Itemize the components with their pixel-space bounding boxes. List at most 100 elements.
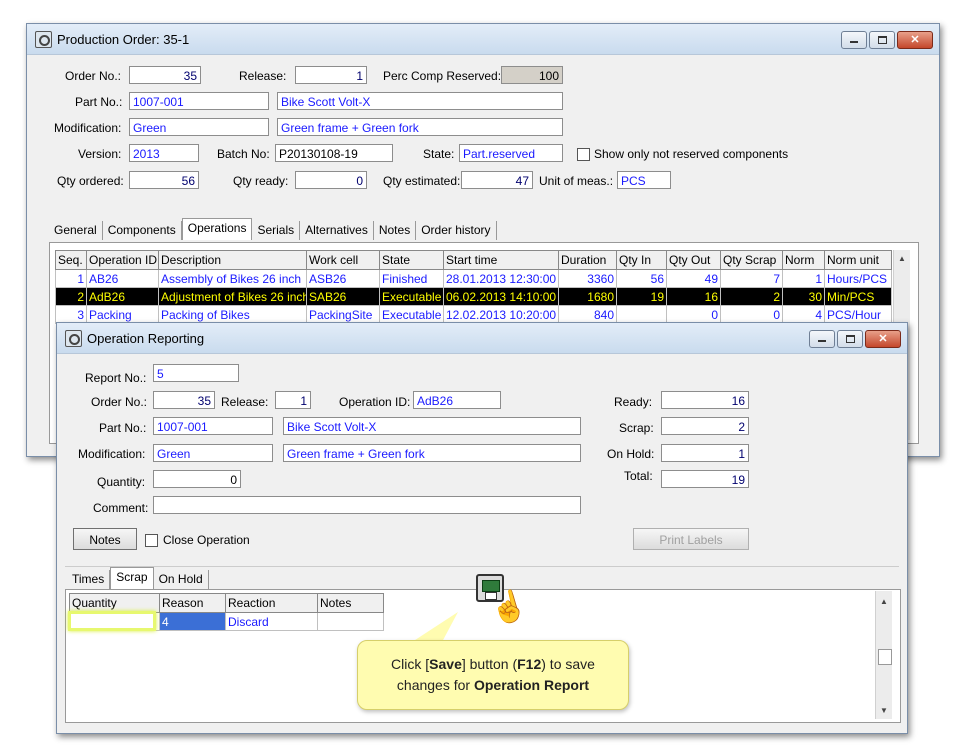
- on-hold-field[interactable]: 1: [661, 444, 749, 462]
- maximize-button[interactable]: [837, 330, 863, 348]
- cell-work-cell: ASB26: [306, 269, 380, 288]
- tab-alternatives[interactable]: Alternatives: [300, 221, 374, 240]
- tab-serials[interactable]: Serials: [252, 221, 301, 240]
- po-titlebar[interactable]: Production Order: 35-1: [27, 24, 939, 55]
- cell-norm-unit: PCS/Hour: [824, 305, 892, 324]
- col-state[interactable]: State: [379, 250, 444, 270]
- cell-qty-in: 19: [616, 287, 667, 306]
- table-row-selected[interactable]: 2 AdB26 Adjustment of Bikes 26 inch SAB2…: [55, 287, 892, 306]
- cell-norm: 4: [782, 305, 825, 324]
- op-part-no-field[interactable]: 1007-001: [153, 417, 273, 435]
- tab-on-hold[interactable]: On Hold: [154, 570, 209, 589]
- op-modification-field[interactable]: Green: [153, 444, 273, 462]
- col-description[interactable]: Description: [158, 250, 307, 270]
- scroll-thumb[interactable]: [878, 649, 892, 665]
- op-modification-desc-field[interactable]: Green frame + Green fork: [283, 444, 581, 462]
- col-qty-out[interactable]: Qty Out: [666, 250, 721, 270]
- op-tabs: Times Scrap On Hold: [67, 567, 209, 589]
- minimize-button[interactable]: [841, 31, 867, 49]
- col-notes[interactable]: Notes: [317, 593, 384, 613]
- perc-comp-field: 100: [501, 66, 563, 84]
- tab-scrap[interactable]: Scrap: [110, 567, 154, 589]
- cell-qty-scrap: 0: [720, 305, 783, 324]
- op-order-no-field[interactable]: 35: [153, 391, 215, 409]
- col-quantity[interactable]: Quantity: [69, 593, 160, 613]
- col-work-cell[interactable]: Work cell: [306, 250, 380, 270]
- col-start-time[interactable]: Start time: [443, 250, 559, 270]
- op-release-field[interactable]: 1: [275, 391, 311, 409]
- tab-components[interactable]: Components: [103, 221, 182, 240]
- col-qty-scrap[interactable]: Qty Scrap: [720, 250, 783, 270]
- part-no-label: Part No.:: [75, 95, 123, 109]
- tab-general[interactable]: General: [49, 221, 103, 240]
- report-no-field[interactable]: 5: [153, 364, 239, 382]
- operation-id-field[interactable]: AdB26: [413, 391, 501, 409]
- scrap-field[interactable]: 2: [661, 417, 749, 435]
- quantity-field[interactable]: 0: [153, 470, 241, 488]
- cell-reason[interactable]: 4: [159, 612, 226, 631]
- col-seq[interactable]: Seq.: [55, 250, 87, 270]
- unit-label: Unit of meas.:: [539, 174, 614, 188]
- part-desc-field[interactable]: Bike Scott Volt-X: [277, 92, 563, 110]
- modification-desc-field[interactable]: Green frame + Green fork: [277, 118, 563, 136]
- op-titlebar[interactable]: Operation Reporting: [57, 323, 907, 354]
- modification-field[interactable]: Green: [129, 118, 269, 136]
- close-operation-checkbox[interactable]: [145, 534, 158, 547]
- close-button[interactable]: [865, 330, 901, 348]
- scrap-scrollbar[interactable]: ▲ ▼: [875, 591, 892, 719]
- callout-text: ) to save: [541, 656, 595, 672]
- cell-norm: 30: [782, 287, 825, 306]
- close-button[interactable]: [897, 31, 933, 49]
- tab-operations[interactable]: Operations: [181, 218, 253, 240]
- show-only-checkbox[interactable]: [577, 148, 590, 161]
- col-duration[interactable]: Duration: [558, 250, 617, 270]
- col-reaction[interactable]: Reaction: [225, 593, 318, 613]
- col-norm[interactable]: Norm: [782, 250, 825, 270]
- order-no-field[interactable]: 35: [129, 66, 201, 84]
- cell-notes[interactable]: [317, 612, 384, 631]
- tab-order-history[interactable]: Order history: [416, 221, 497, 240]
- cell-reaction[interactable]: Discard: [225, 612, 318, 631]
- scrap-label: Scrap:: [619, 421, 654, 435]
- qty-ordered-field[interactable]: 56: [129, 171, 199, 189]
- cell-seq: 1: [55, 269, 87, 288]
- op-order-no-label: Order No.:: [91, 395, 148, 409]
- scroll-down-arrow-icon[interactable]: ▼: [876, 706, 892, 715]
- scroll-up-arrow-icon[interactable]: ▲: [876, 591, 892, 606]
- release-field[interactable]: 1: [295, 66, 367, 84]
- cell-duration: 3360: [558, 269, 617, 288]
- cell-duration: 1680: [558, 287, 617, 306]
- col-reason[interactable]: Reason: [159, 593, 226, 613]
- table-row[interactable]: 3 Packing Packing of Bikes PackingSite E…: [55, 305, 892, 324]
- ready-field[interactable]: 16: [661, 391, 749, 409]
- print-labels-button[interactable]: Print Labels: [633, 528, 749, 550]
- tab-times[interactable]: Times: [67, 570, 111, 589]
- ready-label: Ready:: [614, 395, 653, 409]
- version-field[interactable]: 2013: [129, 144, 199, 162]
- maximize-button[interactable]: [869, 31, 895, 49]
- cell-work-cell: PackingSite: [306, 305, 380, 324]
- table-row[interactable]: 1 AB26 Assembly of Bikes 26 inch ASB26 F…: [55, 269, 892, 288]
- minimize-button[interactable]: [809, 330, 835, 348]
- perc-comp-label: Perc Comp Reserved:: [383, 69, 502, 83]
- qty-estimated-field[interactable]: 47: [461, 171, 533, 189]
- notes-button[interactable]: Notes: [73, 528, 137, 550]
- qty-ready-field[interactable]: 0: [295, 171, 367, 189]
- tab-notes[interactable]: Notes: [374, 221, 417, 240]
- scroll-up-arrow-icon[interactable]: ▲: [894, 250, 910, 263]
- cell-state: Executable: [379, 287, 444, 306]
- order-no-label: Order No.:: [65, 69, 122, 83]
- report-no-label: Report No.:: [85, 371, 147, 385]
- op-part-desc-field[interactable]: Bike Scott Volt-X: [283, 417, 581, 435]
- state-field[interactable]: Part.reserved: [459, 144, 563, 162]
- cell-operation-id: AdB26: [86, 287, 159, 306]
- total-field[interactable]: 19: [661, 470, 749, 488]
- batch-no-field[interactable]: P20130108-19: [275, 144, 393, 162]
- part-no-field[interactable]: 1007-001: [129, 92, 269, 110]
- cell-norm-unit: Hours/PCS: [824, 269, 892, 288]
- unit-field[interactable]: PCS: [617, 171, 671, 189]
- col-qty-in[interactable]: Qty In: [616, 250, 667, 270]
- col-norm-unit[interactable]: Norm unit: [824, 250, 892, 270]
- comment-field[interactable]: [153, 496, 581, 514]
- col-operation-id[interactable]: Operation ID: [86, 250, 159, 270]
